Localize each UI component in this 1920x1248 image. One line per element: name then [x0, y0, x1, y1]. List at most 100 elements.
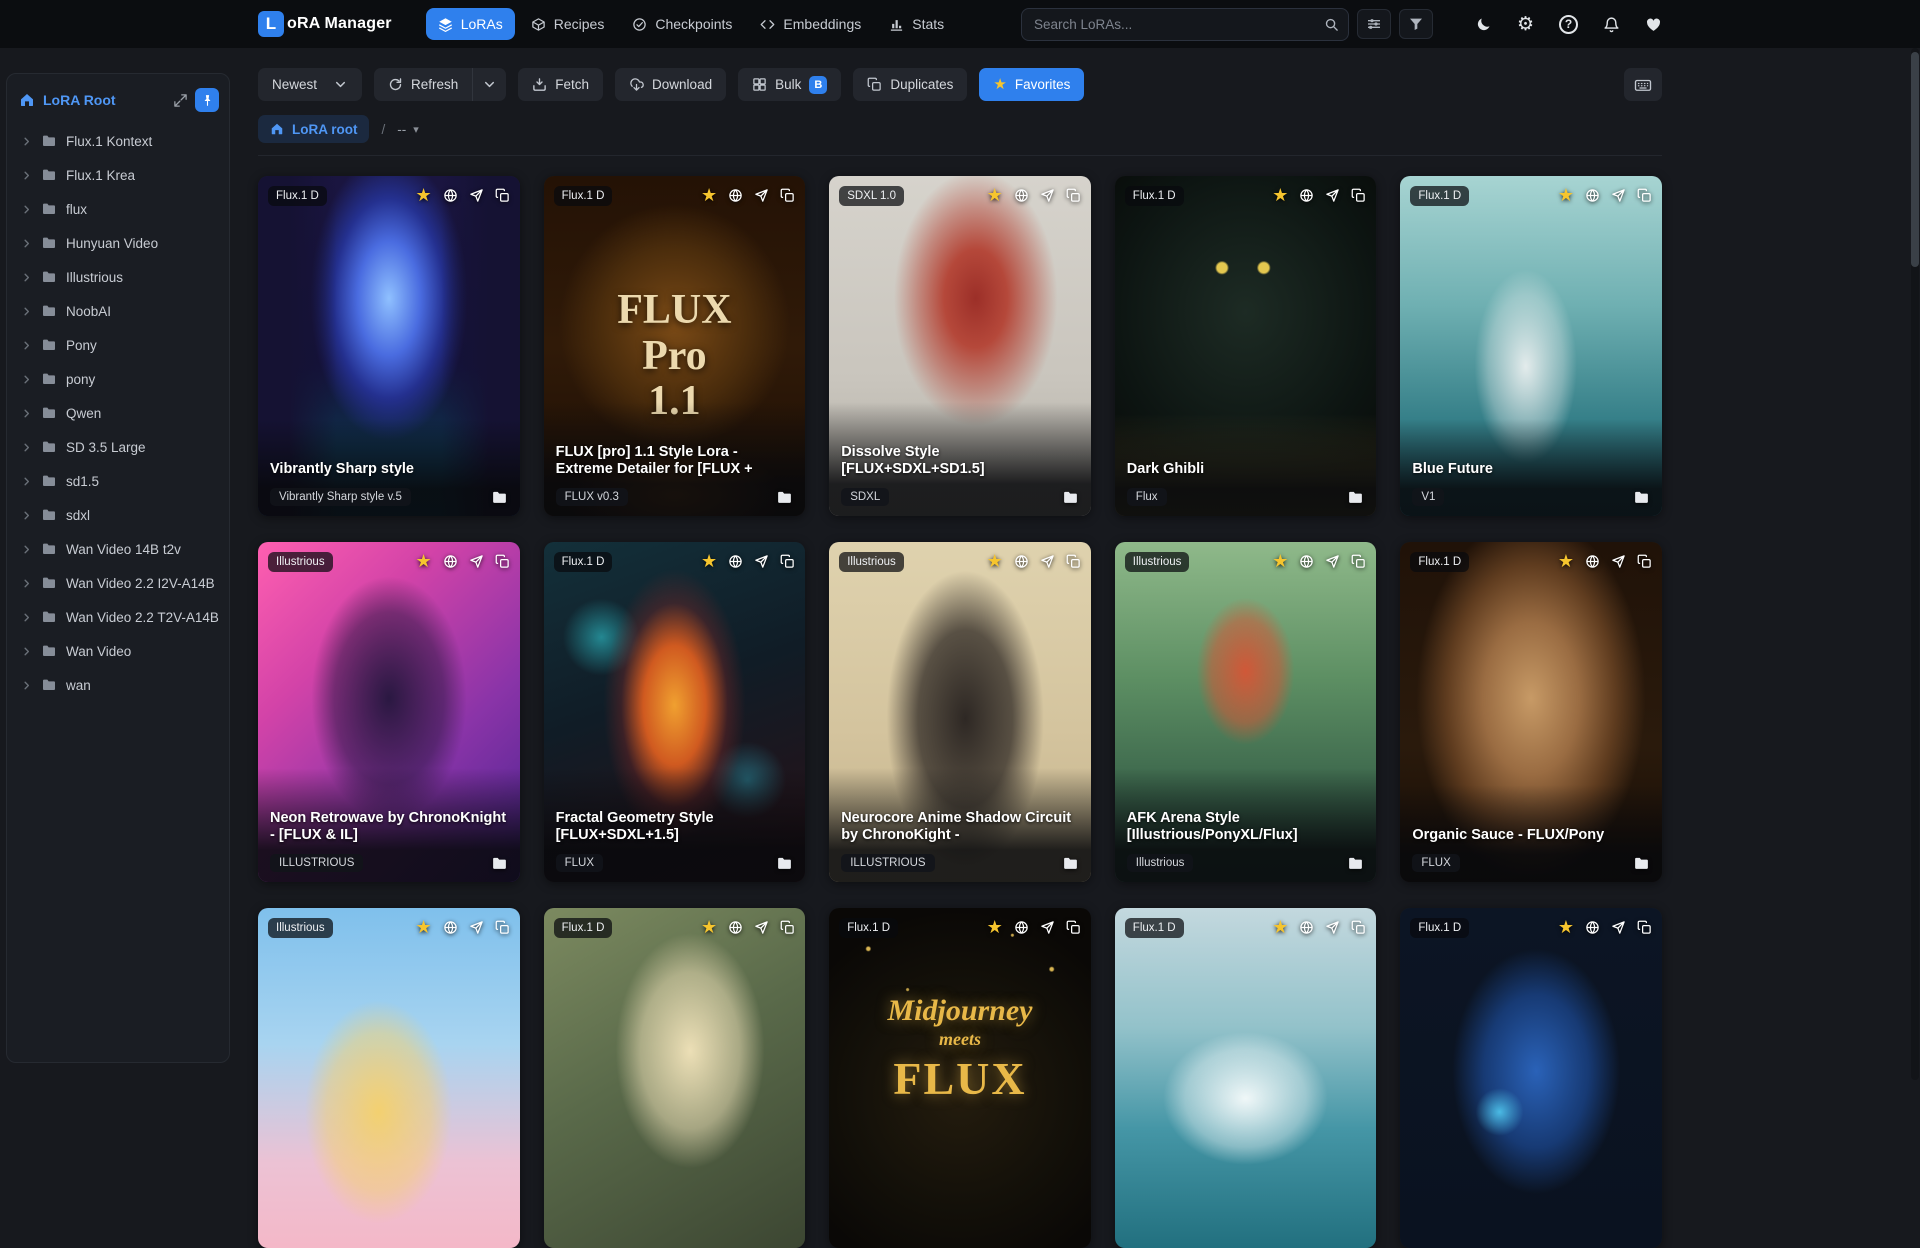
lora-card[interactable]: Illustrious ★ Neurocore Anime Shadow Cir… [829, 542, 1091, 882]
favorite-star-icon[interactable]: ★ [1272, 552, 1288, 570]
folder-item[interactable]: Qwen [7, 396, 229, 430]
globe-icon[interactable] [1014, 554, 1029, 569]
globe-icon[interactable] [728, 554, 743, 569]
folder-item[interactable]: NoobAI [7, 294, 229, 328]
favorite-star-icon[interactable]: ★ [987, 918, 1003, 936]
copy-icon[interactable] [1066, 920, 1081, 935]
favorite-star-icon[interactable]: ★ [1558, 186, 1574, 204]
folder-item[interactable]: Illustrious [7, 260, 229, 294]
copy-icon[interactable] [1637, 188, 1652, 203]
lora-card[interactable]: Illustrious ★ [258, 908, 520, 1248]
breadcrumb-folder-select[interactable]: -- ▾ [397, 122, 419, 137]
notifications-button[interactable] [1603, 16, 1620, 33]
favorite-star-icon[interactable]: ★ [415, 918, 431, 936]
globe-icon[interactable] [728, 188, 743, 203]
folder-item[interactable]: SD 3.5 Large [7, 430, 229, 464]
filter-button[interactable] [1398, 9, 1433, 39]
globe-icon[interactable] [1585, 554, 1600, 569]
folder-item[interactable]: Wan Video 2.2 I2V-A14B [7, 566, 229, 600]
open-folder-icon[interactable] [776, 489, 793, 506]
settings-button[interactable]: ⚙ [1517, 15, 1534, 34]
globe-icon[interactable] [443, 920, 458, 935]
favorite-star-icon[interactable]: ★ [415, 186, 431, 204]
refresh-options-button[interactable] [472, 68, 507, 101]
vertical-scrollbar[interactable] [1911, 48, 1919, 1080]
scrollbar-thumb[interactable] [1911, 52, 1919, 267]
copy-icon[interactable] [495, 920, 510, 935]
breadcrumb-root[interactable]: LoRA root [258, 115, 370, 143]
copy-icon[interactable] [1066, 554, 1081, 569]
duplicates-button[interactable]: Duplicates [853, 68, 968, 101]
copy-icon[interactable] [1351, 188, 1366, 203]
favorite-star-icon[interactable]: ★ [987, 186, 1003, 204]
fetch-button[interactable]: Fetch [518, 68, 604, 101]
open-folder-icon[interactable] [1347, 489, 1364, 506]
open-folder-icon[interactable] [1633, 855, 1650, 872]
send-icon[interactable] [469, 188, 484, 203]
send-icon[interactable] [1040, 188, 1055, 203]
refresh-button[interactable]: Refresh [374, 68, 473, 101]
lora-card[interactable]: Flux.1 D ★ Vibrantly Sharp style Vibrant… [258, 176, 520, 516]
globe-icon[interactable] [1585, 920, 1600, 935]
nav-item-embeddings[interactable]: Embeddings [748, 8, 873, 40]
nav-item-recipes[interactable]: Recipes [519, 8, 617, 40]
lora-card[interactable]: Flux.1 D ★ Fractal Geometry Style [FLUX+… [543, 542, 806, 882]
folder-item[interactable]: Wan Video 14B t2v [7, 532, 229, 566]
folder-item[interactable]: pony [7, 362, 229, 396]
globe-icon[interactable] [1299, 920, 1314, 935]
sidebar-root-label[interactable]: LoRA Root [43, 92, 116, 108]
nav-item-loras[interactable]: LoRAs [425, 8, 515, 40]
favorite-star-icon[interactable]: ★ [415, 552, 431, 570]
send-icon[interactable] [1040, 554, 1055, 569]
send-icon[interactable] [1611, 188, 1626, 203]
help-button[interactable]: ? [1559, 14, 1578, 34]
globe-icon[interactable] [1299, 554, 1314, 569]
open-folder-icon[interactable] [776, 855, 793, 872]
globe-icon[interactable] [1014, 920, 1029, 935]
copy-icon[interactable] [495, 554, 510, 569]
app-logo[interactable]: L oRA Manager [258, 11, 392, 37]
folder-item[interactable]: wan [7, 668, 229, 702]
folder-item[interactable]: Wan Video [7, 634, 229, 668]
folder-item[interactable]: Wan Video 2.2 T2V-A14B [7, 600, 229, 634]
folder-item[interactable]: sd1.5 [7, 464, 229, 498]
lora-card[interactable]: FLUXPro1.1 Flux.1 D ★ FLUX [pro] 1.1 Sty… [543, 176, 806, 516]
folder-item[interactable]: Flux.1 Kontext [7, 124, 229, 158]
favorite-star-icon[interactable]: ★ [987, 552, 1003, 570]
open-folder-icon[interactable] [1062, 489, 1079, 506]
send-icon[interactable] [754, 188, 769, 203]
search-options-button[interactable] [1356, 9, 1391, 39]
lora-card[interactable]: Flux.1 D ★ Organic Sauce - FLUX/Pony FLU… [1400, 542, 1662, 882]
favorite-star-icon[interactable]: ★ [701, 186, 717, 204]
pin-sidebar-button[interactable] [195, 88, 219, 112]
send-icon[interactable] [1325, 554, 1340, 569]
lora-card[interactable]: Flux.1 D ★ Blue Future V1 [1400, 176, 1662, 516]
favorites-button[interactable]: ★ Favorites [979, 68, 1085, 101]
folder-item[interactable]: Pony [7, 328, 229, 362]
support-button[interactable] [1645, 16, 1662, 33]
lora-card[interactable]: Flux.1 D ★ [1400, 908, 1662, 1248]
globe-icon[interactable] [1585, 188, 1600, 203]
globe-icon[interactable] [1299, 188, 1314, 203]
expand-icon[interactable] [173, 93, 188, 108]
send-icon[interactable] [1040, 920, 1055, 935]
send-icon[interactable] [1611, 920, 1626, 935]
favorite-star-icon[interactable]: ★ [701, 552, 717, 570]
bulk-button[interactable]: Bulk B [738, 68, 842, 101]
send-icon[interactable] [754, 554, 769, 569]
keyboard-shortcuts-button[interactable] [1624, 68, 1662, 101]
open-folder-icon[interactable] [491, 855, 508, 872]
nav-item-checkpoints[interactable]: Checkpoints [620, 8, 744, 40]
lora-card[interactable]: Flux.1 D ★ Dark Ghibli Flux [1114, 176, 1377, 516]
folder-item[interactable]: flux [7, 192, 229, 226]
lora-card[interactable]: Flux.1 D ★ [543, 908, 806, 1248]
globe-icon[interactable] [728, 920, 743, 935]
copy-icon[interactable] [780, 188, 795, 203]
globe-icon[interactable] [443, 554, 458, 569]
sort-select[interactable]: Newest [258, 68, 362, 101]
copy-icon[interactable] [1066, 188, 1081, 203]
copy-icon[interactable] [780, 920, 795, 935]
theme-toggle-button[interactable] [1475, 16, 1492, 33]
nav-item-stats[interactable]: Stats [877, 8, 956, 40]
open-folder-icon[interactable] [1347, 855, 1364, 872]
